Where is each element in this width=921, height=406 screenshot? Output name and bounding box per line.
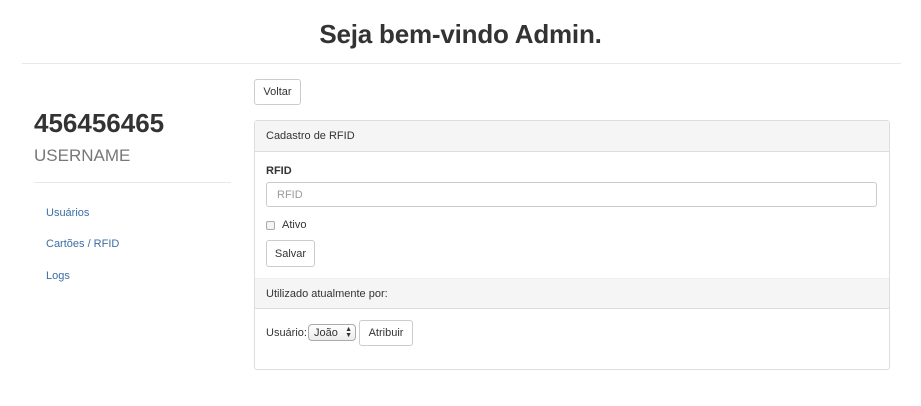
back-button[interactable]: Voltar <box>254 79 301 105</box>
save-button[interactable]: Salvar <box>266 240 315 267</box>
username: USERNAME <box>34 146 131 165</box>
up-down-arrows-icon: ▲ ▼ <box>345 326 352 339</box>
title-divider <box>22 63 901 64</box>
user-select-label: Usuário: <box>266 327 307 339</box>
sidebar-item-cartoes-rfid[interactable]: Cartões / RFID <box>46 238 119 250</box>
active-checkbox-label: Ativo <box>282 219 307 231</box>
page-title: Seja bem-vindo Admin. <box>319 19 602 49</box>
assign-button[interactable]: Atribuir <box>359 320 413 346</box>
usage-heading: Utilizado atualmente por: <box>255 278 889 309</box>
active-checkbox[interactable] <box>266 221 275 230</box>
rfid-input[interactable] <box>266 182 877 207</box>
user-select-value: João <box>314 326 338 339</box>
panel-heading: Cadastro de RFID <box>255 121 889 152</box>
user-id: 456456465 <box>34 108 165 138</box>
sidebar-item-logs[interactable]: Logs <box>46 270 70 282</box>
user-select[interactable]: João ▲ ▼ <box>308 324 356 341</box>
sidebar-item-usuarios[interactable]: Usuários <box>46 207 89 219</box>
rfid-label: RFID <box>266 165 292 177</box>
sidebar-divider <box>34 182 231 183</box>
